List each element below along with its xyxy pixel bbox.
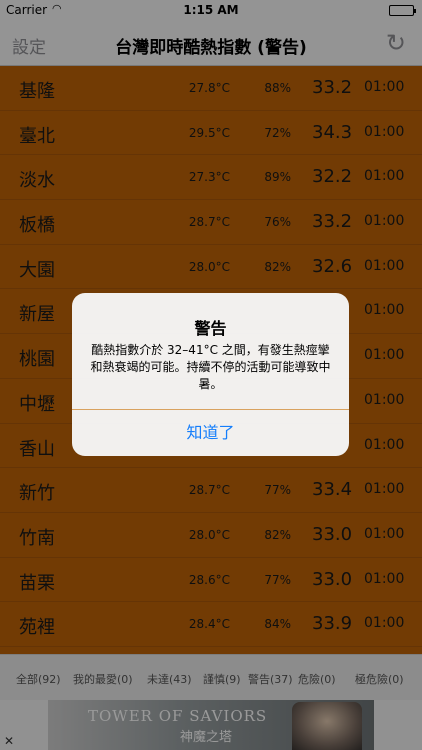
alert-title: 警告 — [194, 319, 227, 338]
alert-dialog: 警告 酷熱指數介於 32–41°C 之間，有發生熱痙攣和熱衰竭的可能。持續不停的… — [72, 293, 349, 456]
alert-ok-button[interactable]: 知道了 — [72, 410, 349, 456]
alert-message: 酷熱指數介於 32–41°C 之間，有發生熱痙攣和熱衰竭的可能。持續不停的活動可… — [90, 343, 331, 391]
